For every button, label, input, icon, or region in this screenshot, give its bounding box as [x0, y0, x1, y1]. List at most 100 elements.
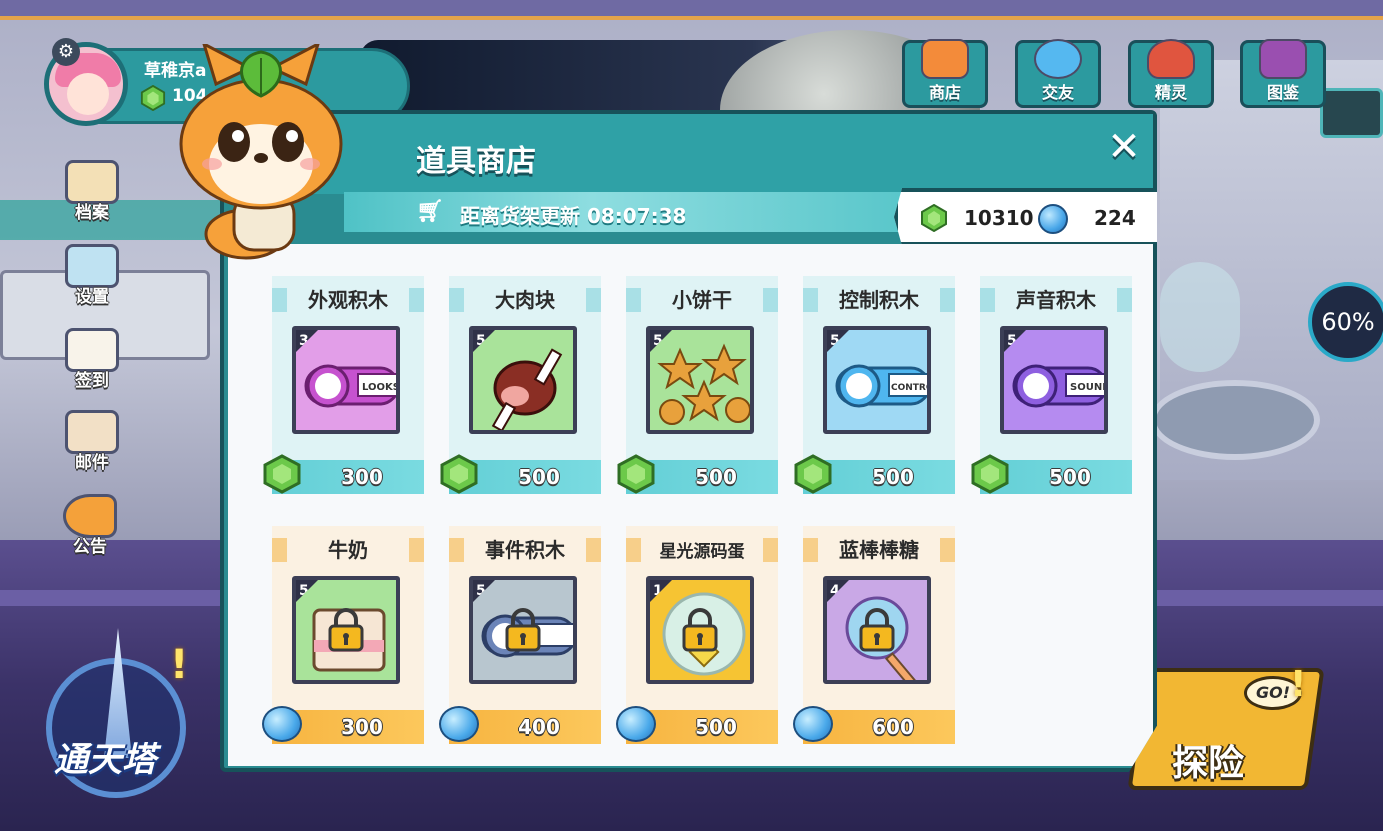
gem-icon — [440, 454, 478, 494]
item-name: 事件积木 — [485, 538, 565, 562]
price-bar[interactable]: 600 — [793, 706, 955, 744]
ball-icon — [262, 706, 302, 742]
price-bar[interactable]: 500 — [971, 454, 1132, 494]
item-name: 控制积木 — [839, 288, 919, 312]
price-bar[interactable]: 500 — [616, 706, 778, 744]
currency-box: 10310 224 — [894, 188, 1157, 246]
menu-mail-label: 邮件 — [75, 453, 109, 473]
glass-orb — [1160, 262, 1240, 372]
sound-block-icon: SOUND 5 — [1000, 326, 1108, 434]
shop-icon — [921, 39, 969, 79]
machine-screen — [1320, 88, 1383, 138]
shop-item-card[interactable]: 小饼干 5 500 — [617, 276, 778, 494]
item-price: 500 — [872, 465, 914, 489]
ball-icon — [616, 706, 656, 742]
lock-icon — [682, 608, 718, 652]
milk-icon: 5 — [292, 576, 400, 684]
looks-block-icon: LOOKS 3 — [292, 326, 400, 434]
close-button[interactable]: ✕ — [1104, 127, 1144, 168]
item-price: 500 — [518, 465, 560, 489]
nav-codex[interactable]: 图鉴 — [1240, 39, 1326, 108]
dialog-title: 道具商店 — [416, 144, 536, 179]
settings-gear-icon[interactable]: ⚙ — [52, 38, 80, 66]
item-price: 300 — [341, 465, 383, 489]
ball-icon — [793, 706, 833, 742]
events-block-icon: 5 — [469, 576, 577, 684]
refresh-timer: 距离货架更新 08:07:38 — [460, 204, 687, 228]
nav-shop-label: 商店 — [928, 83, 961, 102]
price-bar[interactable]: 500 — [617, 454, 778, 494]
dialog-header — [224, 114, 1153, 194]
item-price: 500 — [1049, 465, 1091, 489]
item-name: 外观积木 — [308, 288, 388, 312]
menu-settings[interactable]: 设置 — [52, 244, 132, 314]
shop-item-card[interactable]: 蓝棒棒糖 4 600 — [793, 526, 955, 744]
item-name: 大肉块 — [495, 288, 555, 312]
ball-icon — [439, 706, 479, 742]
gem-icon — [617, 454, 655, 494]
price-bar[interactable]: 400 — [439, 706, 601, 744]
menu-archive[interactable]: 档案 — [52, 160, 132, 230]
explore-label: 探险 — [1172, 743, 1245, 784]
spirit-icon — [1147, 39, 1195, 79]
ball-icon — [1038, 204, 1068, 234]
teleport-pad — [1150, 380, 1320, 460]
menu-archive-label: 档案 — [75, 203, 109, 223]
shop-item-card[interactable]: 控制积木 CONTROL 5 500 — [794, 276, 955, 494]
menu-checkin-label: 签到 — [75, 371, 109, 391]
lollipop-icon: 4 — [823, 576, 931, 684]
gem-balance: 10310 — [964, 206, 1034, 230]
item-name: 牛奶 — [328, 538, 368, 562]
shop-item-card[interactable]: 事件积木 5 400 — [439, 526, 601, 744]
progress-gauge: 60% — [1308, 282, 1383, 362]
nav-social-label: 交友 — [1041, 83, 1074, 102]
item-price: 400 — [518, 715, 560, 739]
gem-icon — [140, 85, 166, 111]
book-icon — [1259, 39, 1307, 79]
fox-mascot-icon — [179, 44, 343, 260]
item-name: 蓝棒棒糖 — [839, 538, 919, 562]
price-bar[interactable]: 300 — [262, 706, 424, 744]
ball-balance: 224 — [1094, 206, 1136, 230]
svg-text:LOOKS: LOOKS — [362, 382, 400, 393]
cart-icon: 🛒︎ — [416, 199, 444, 224]
nav-shop[interactable]: 商店 — [902, 39, 988, 108]
shop-item-card[interactable]: 外观积木 LOOKS 3 300 — [263, 276, 424, 494]
item-name: 星光源码蛋 — [659, 542, 745, 562]
meat-icon: 5 — [469, 326, 577, 434]
star-egg-icon: 1 — [646, 576, 754, 684]
nav-codex-label: 图鉴 — [1266, 83, 1299, 102]
svg-text:SOUND: SOUND — [1070, 382, 1108, 393]
cookies-icon: 5 — [646, 326, 754, 434]
refresh-bar: 🛒︎ 距离货架更新 08:07:38 — [344, 192, 964, 232]
shop-item-card[interactable]: 大肉块 5 500 — [440, 276, 601, 494]
nav-spirit[interactable]: 精灵 — [1128, 39, 1214, 108]
svg-text:CONTROL: CONTROL — [891, 383, 931, 393]
menu-settings-label: 设置 — [75, 287, 109, 307]
explore-alert-icon: ! — [1290, 664, 1307, 705]
lock-icon — [505, 608, 541, 652]
price-bar[interactable]: 500 — [794, 454, 955, 494]
tower-alert-icon: ! — [170, 642, 189, 688]
menu-notice[interactable]: 公告 — [50, 494, 130, 564]
item-name: 小饼干 — [672, 288, 732, 312]
control-block-icon: CONTROL 5 — [823, 326, 931, 434]
item-price: 300 — [341, 715, 383, 739]
ceiling — [0, 0, 1383, 20]
lock-icon — [859, 608, 895, 652]
price-bar[interactable]: 500 — [440, 454, 601, 494]
shop-dialog: 道具商店 ✕ 🛒︎ 距离货架更新 08:07:38 10310 224 外观积木… — [220, 110, 1157, 772]
nav-social[interactable]: 交友 — [1015, 39, 1101, 108]
menu-mail[interactable]: 邮件 — [52, 410, 132, 480]
gem-icon — [263, 454, 301, 494]
shop-item-card[interactable]: 声音积木 SOUND 5 500 — [971, 276, 1132, 494]
gem-icon — [921, 204, 947, 232]
nav-spirit-label: 精灵 — [1154, 83, 1187, 102]
shop-item-card[interactable]: 牛奶 5 300 — [262, 526, 424, 744]
price-bar[interactable]: 300 — [263, 454, 424, 494]
item-price: 500 — [695, 715, 737, 739]
shop-item-card[interactable]: 星光源码蛋 1 500 — [616, 526, 778, 744]
chat-bubble-icon — [1034, 39, 1082, 79]
gem-icon — [971, 454, 1009, 494]
menu-checkin[interactable]: 签到 — [52, 328, 132, 398]
